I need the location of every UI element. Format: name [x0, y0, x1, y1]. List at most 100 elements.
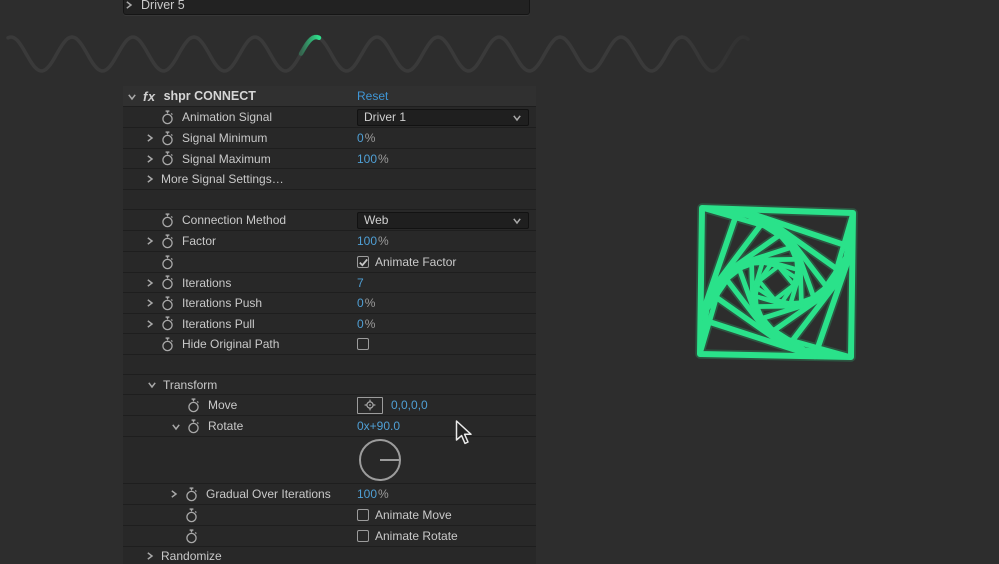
stopwatch-icon[interactable] — [187, 419, 200, 434]
stopwatch-icon[interactable] — [161, 213, 174, 228]
stopwatch-icon[interactable] — [161, 234, 174, 249]
param-label: Move — [208, 398, 237, 412]
checkbox-label: Animate Rotate — [375, 529, 458, 543]
row-gradual-over-iterations: Gradual Over Iterations 100% — [123, 483, 536, 504]
param-label: Signal Maximum — [182, 152, 271, 166]
dropdown-animation-signal[interactable]: Driver 1 — [357, 109, 529, 126]
param-unit: % — [365, 131, 376, 145]
row-move: Move 0,0,0,0 — [123, 394, 536, 415]
row-animation-signal: Animation Signal Driver 1 — [123, 106, 536, 127]
effect-name: shpr CONNECT — [164, 89, 256, 103]
chevron-down-icon[interactable] — [171, 422, 185, 431]
row-iterations-pull: Iterations Pull0% — [123, 313, 536, 333]
fx-effect-toggle-icon[interactable]: fx — [143, 89, 156, 104]
row-transform: Transform — [123, 374, 536, 394]
param-value[interactable]: 0 — [357, 296, 364, 310]
spiral-shape-preview — [650, 160, 900, 405]
param-unit: % — [378, 487, 389, 501]
chevron-down-icon[interactable] — [147, 380, 161, 389]
stopwatch-icon[interactable] — [161, 110, 174, 125]
stopwatch-icon[interactable] — [161, 275, 174, 290]
driver-panel-header[interactable]: Driver 5 — [123, 0, 530, 15]
param-label: Iterations Pull — [182, 317, 255, 331]
row-hide-original-path: Hide Original Path — [123, 333, 536, 354]
checkbox-hide-original-path[interactable] — [357, 338, 369, 350]
row-more-signal-settings: More Signal Settings… — [123, 168, 536, 189]
param-value[interactable]: 0,0,0,0 — [391, 398, 428, 412]
row-iterations-push: Iterations Push 0% — [123, 292, 536, 313]
param-unit: % — [365, 296, 376, 310]
checkbox-animate-rotate[interactable] — [357, 530, 369, 542]
param-label: Signal Minimum — [182, 131, 267, 145]
dropdown-value: Driver 1 — [364, 110, 406, 124]
row-animate-move: Animate Move — [123, 504, 536, 525]
row-connection-method: Connection Method Web — [123, 209, 536, 230]
effect-header-row[interactable]: fx shpr CONNECT Reset — [123, 86, 536, 106]
dropdown-value: Web — [364, 213, 388, 227]
param-label: Hide Original Path — [182, 337, 279, 351]
row-randomize: Randomize — [123, 546, 536, 564]
param-value[interactable]: 100 — [357, 152, 377, 166]
param-value[interactable]: 100 — [357, 487, 377, 501]
param-label: Connection Method — [182, 213, 286, 227]
spacer-row — [123, 354, 536, 374]
param-unit: % — [378, 234, 389, 248]
stopwatch-icon[interactable] — [185, 508, 198, 523]
reset-button[interactable]: Reset — [357, 89, 388, 103]
param-label: Randomize — [161, 549, 222, 563]
row-signal-minimum: Signal Minimum 0% — [123, 127, 536, 148]
driver-panel-label: Driver 5 — [141, 0, 185, 12]
effect-controls-panel: fx shpr CONNECT Reset Animation Signal Drive… — [123, 86, 536, 564]
param-label: Rotate — [208, 419, 243, 433]
stopwatch-icon[interactable] — [161, 255, 174, 270]
row-signal-maximum: Signal Maximum 100% — [123, 148, 536, 168]
signal-wave — [0, 20, 780, 90]
chevron-down-icon[interactable] — [127, 92, 137, 101]
checkbox-animate-move[interactable] — [357, 509, 369, 521]
stopwatch-icon[interactable] — [161, 296, 174, 311]
chevron-right-icon[interactable] — [145, 154, 159, 164]
chevron-right-icon[interactable] — [145, 236, 159, 246]
stopwatch-icon[interactable] — [161, 316, 174, 331]
checkbox-animate-factor[interactable] — [357, 256, 369, 268]
chevron-right-icon[interactable] — [145, 278, 159, 288]
param-value[interactable]: 0 — [357, 131, 364, 145]
param-value[interactable]: 7 — [357, 276, 364, 290]
checkbox-label: Animate Move — [375, 508, 452, 522]
mouse-cursor — [455, 420, 479, 446]
param-label: Iterations Push — [182, 296, 262, 310]
row-animate-rotate: Animate Rotate — [123, 525, 536, 546]
rotation-dial[interactable] — [357, 437, 403, 486]
param-label: Animation Signal — [182, 110, 272, 124]
param-label: Transform — [163, 378, 217, 392]
param-label: Iterations — [182, 276, 231, 290]
stopwatch-icon[interactable] — [161, 131, 174, 146]
chevron-right-icon[interactable] — [145, 133, 159, 143]
stopwatch-icon[interactable] — [161, 151, 174, 166]
stopwatch-icon[interactable] — [185, 487, 198, 502]
stopwatch-icon[interactable] — [187, 398, 200, 413]
param-unit: % — [378, 152, 389, 166]
dropdown-connection-method[interactable]: Web — [357, 212, 529, 229]
chevron-down-icon — [512, 216, 522, 225]
param-label: Factor — [182, 234, 216, 248]
chevron-right-icon[interactable] — [145, 298, 159, 308]
spacer-row — [123, 189, 536, 209]
chevron-down-icon — [512, 113, 522, 122]
checkbox-label: Animate Factor — [375, 255, 456, 269]
row-animate-factor: Animate Factor — [123, 251, 536, 272]
param-value[interactable]: 100 — [357, 234, 377, 248]
chevron-right-icon[interactable] — [124, 0, 133, 10]
param-label: Gradual Over Iterations — [206, 487, 331, 501]
chevron-right-icon[interactable] — [169, 489, 183, 499]
point-control-button[interactable] — [357, 397, 383, 414]
param-value[interactable]: 0x+90.0 — [357, 419, 400, 433]
param-value[interactable]: 0 — [357, 317, 364, 331]
stopwatch-icon[interactable] — [161, 337, 174, 352]
chevron-right-icon[interactable] — [145, 551, 159, 561]
stopwatch-icon[interactable] — [185, 529, 198, 544]
row-factor: Factor 100% — [123, 230, 536, 251]
chevron-right-icon[interactable] — [145, 319, 159, 329]
row-iterations: Iterations 7 — [123, 272, 536, 292]
chevron-right-icon[interactable] — [145, 174, 159, 184]
